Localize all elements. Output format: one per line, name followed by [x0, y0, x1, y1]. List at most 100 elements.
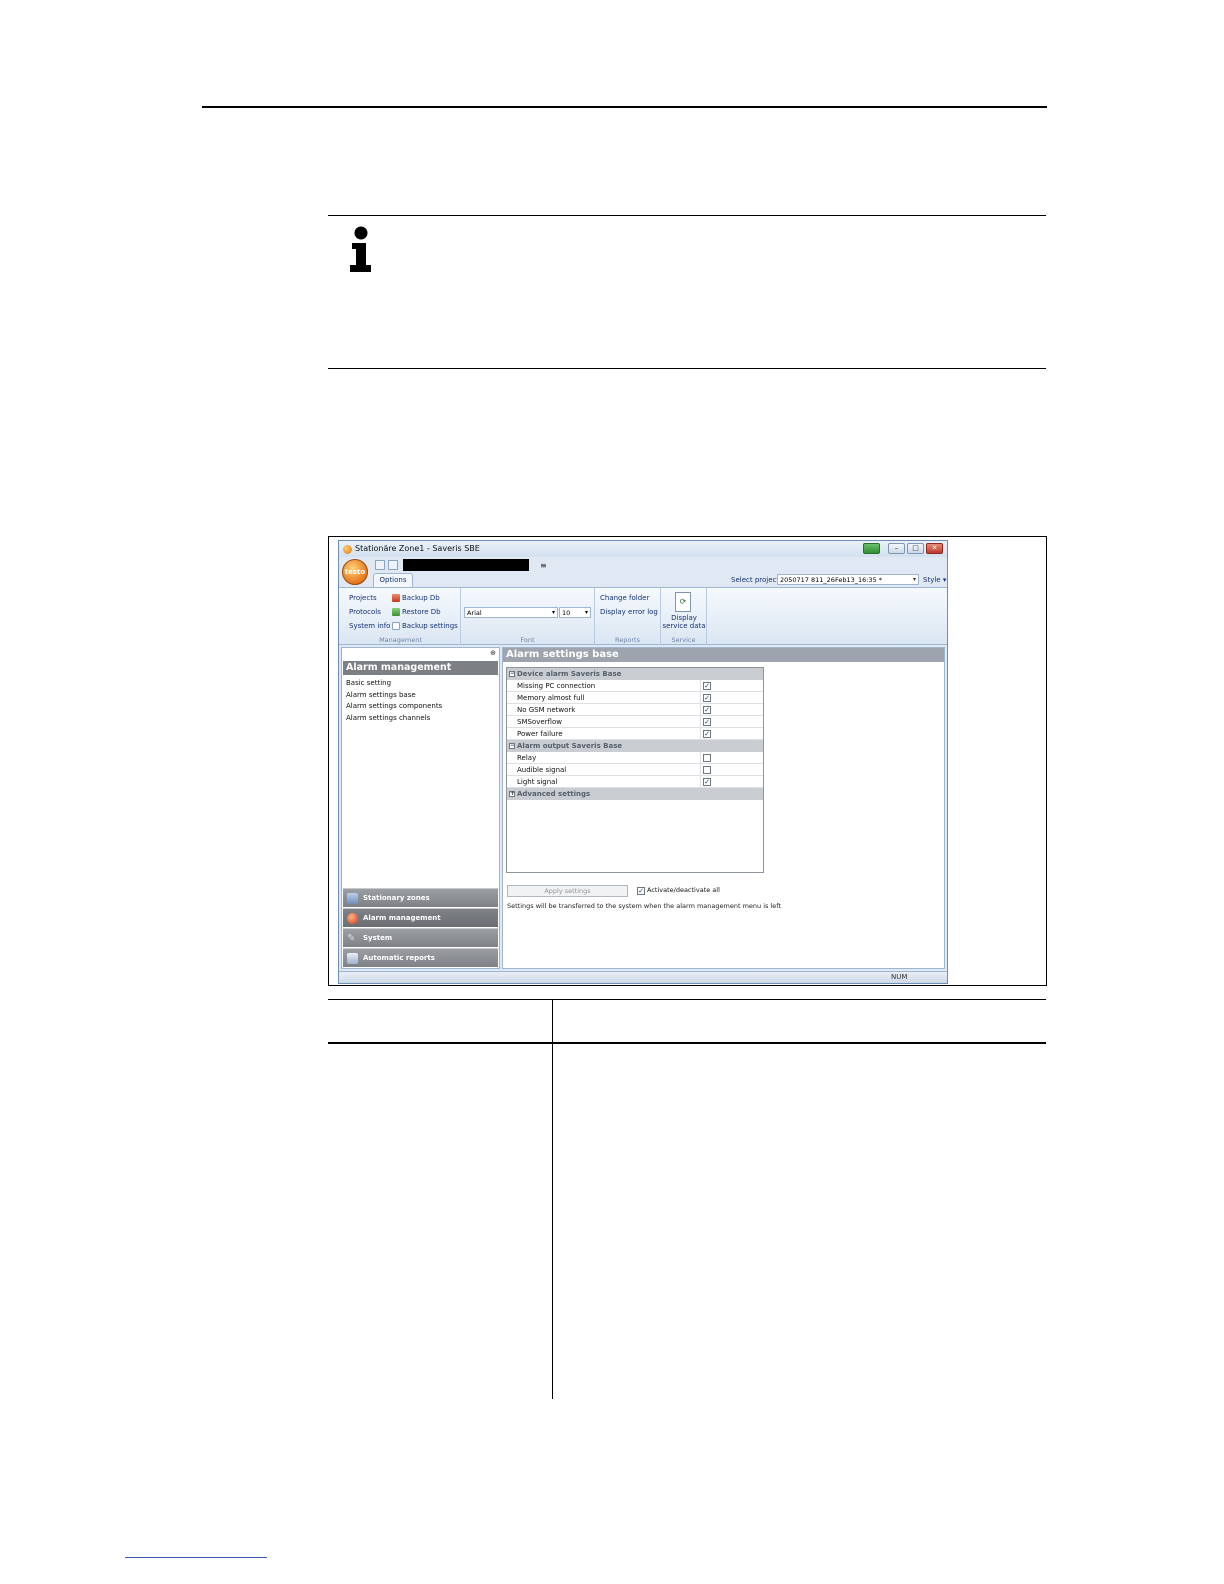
nav-button-system[interactable]: ✎ System [343, 928, 498, 947]
checkbox[interactable]: ✓ [703, 706, 711, 714]
select-project-dropdown[interactable]: 2050717 811_26Feb13_16:35 * ▾ [777, 574, 919, 585]
restore-db-icon [392, 608, 400, 616]
chevron-down-icon: ▾ [584, 609, 588, 616]
app-icon [343, 545, 352, 554]
collapse-icon[interactable]: − [509, 743, 515, 749]
close-button[interactable]: ✕ [926, 543, 943, 554]
property-label: Power failure [517, 730, 563, 738]
save-icon[interactable] [375, 560, 385, 570]
print-icon[interactable] [388, 560, 398, 570]
service-data-icon: ⟳ [675, 592, 691, 612]
app-window: Stationäre Zone1 - Saveris SBE – □ ✕ tes… [338, 540, 948, 984]
style-label: Style [923, 576, 941, 584]
ribbon-group-font: Arial ▾ 10 ▾ Font [461, 588, 595, 645]
ribbon-group-reports: Change folder Display error log Reports [595, 588, 661, 645]
nav-label: System [363, 934, 393, 942]
backup-db-icon [392, 594, 400, 602]
category-alarm-output[interactable]: − Alarm output Saveris Base [507, 740, 763, 752]
font-family-value: Arial [467, 609, 482, 617]
property-row: Audible signal [507, 764, 763, 776]
expand-icon[interactable]: + [509, 791, 515, 797]
nav-item-alarm-settings-channels[interactable]: Alarm settings channels [346, 713, 442, 725]
checkbox[interactable]: ✓ [703, 730, 711, 738]
footer-link-underline [125, 1557, 267, 1558]
property-row: No GSM network ✓ [507, 704, 763, 716]
chevron-down-icon: ▾ [551, 609, 555, 616]
ribbon: Projects Protocols System info Backup Db… [339, 587, 947, 645]
category-title: Alarm output Saveris Base [517, 742, 623, 750]
property-label: Light signal [517, 778, 558, 786]
info-box-top-rule [328, 215, 1046, 216]
category-title: Device alarm Saveris Base [517, 670, 622, 678]
backup-db-button[interactable]: Backup Db [392, 594, 440, 602]
change-folder-label: Change folder [600, 594, 650, 602]
apply-settings-button[interactable]: Apply settings [507, 885, 628, 897]
checkbox[interactable] [703, 754, 711, 762]
ribbon-group-management: Projects Protocols System info Backup Db… [341, 588, 461, 645]
checkbox[interactable]: ✓ [703, 682, 711, 690]
pin-icon[interactable]: ⊕ [490, 649, 496, 657]
backup-settings-label: Backup settings [402, 622, 458, 630]
property-label: SMSoverflow [517, 718, 562, 726]
ribbon-group-label: Font [520, 636, 535, 644]
tab-options[interactable]: Options [373, 573, 413, 587]
restore-db-button[interactable]: Restore Db [392, 608, 441, 616]
change-folder-button[interactable]: Change folder [600, 594, 649, 602]
category-advanced-settings[interactable]: + Advanced settings [507, 788, 763, 800]
checkbox[interactable]: ✓ [703, 718, 711, 726]
nav-item-alarm-settings-base[interactable]: Alarm settings base [346, 690, 442, 702]
style-menu[interactable]: Style ▾ [923, 576, 946, 584]
nav-label: Stationary zones [363, 894, 430, 902]
main-panel: Alarm settings base − Device alarm Saver… [502, 647, 945, 969]
checkbox[interactable]: ✓ [703, 778, 711, 786]
font-size-select[interactable]: 10 ▾ [559, 607, 591, 618]
ribbon-group-service: ⟳ Display service data Service [661, 588, 707, 645]
table-top-rule [328, 999, 1046, 1000]
property-row: Light signal ✓ [507, 776, 763, 788]
projects-label: Projects [349, 594, 377, 602]
display-service-data-label: Display service data [662, 614, 706, 630]
main-panel-header: Alarm settings base [503, 648, 944, 662]
nav-button-stationary-zones[interactable]: Stationary zones [343, 888, 498, 907]
select-project-value: 2050717 811_26Feb13_16:35 * [780, 576, 883, 584]
restore-db-label: Restore Db [402, 608, 441, 616]
backup-settings-button[interactable]: Backup settings [392, 622, 458, 630]
minimize-button[interactable]: – [888, 543, 905, 554]
property-row: Relay [507, 752, 763, 764]
checkbox[interactable]: ✓ [703, 694, 711, 702]
window-title: Stationäre Zone1 - Saveris SBE [355, 544, 480, 553]
category-title: Advanced settings [517, 790, 591, 798]
backup-settings-icon [392, 622, 400, 630]
nav-button-automatic-reports[interactable]: Automatic reports [343, 948, 498, 967]
activate-all-label: Activate/deactivate all [647, 886, 720, 894]
wrench-icon: ✎ [347, 933, 356, 944]
property-row: Missing PC connection ✓ [507, 680, 763, 692]
nav-item-alarm-settings-components[interactable]: Alarm settings components [346, 701, 442, 713]
category-device-alarm[interactable]: − Device alarm Saveris Base [507, 668, 763, 680]
system-info-button[interactable]: System info [349, 622, 390, 630]
ribbon-group-label: Service [671, 636, 696, 644]
nav-item-basic-setting[interactable]: Basic setting [346, 678, 442, 690]
ribbon-group-label: Reports [615, 636, 640, 644]
collapse-icon[interactable]: − [509, 671, 515, 677]
property-label: Relay [517, 754, 537, 762]
nav-button-alarm-management[interactable]: Alarm management [343, 908, 498, 927]
activate-all-checkbox[interactable]: ✓ [637, 887, 645, 895]
property-label: Missing PC connection [517, 682, 596, 690]
settings-note: Settings will be transferred to the syst… [507, 902, 781, 910]
font-family-select[interactable]: Arial ▾ [464, 607, 558, 618]
alarm-icon [347, 913, 358, 924]
maximize-button[interactable]: □ [907, 543, 924, 554]
display-error-log-button[interactable]: Display error log [600, 608, 658, 616]
status-bar: NUM [339, 971, 947, 983]
chevron-down-icon: ▾ [912, 576, 916, 583]
checkbox[interactable] [703, 766, 711, 774]
projects-button[interactable]: Projects [349, 594, 377, 602]
protocols-button[interactable]: Protocols [349, 608, 381, 616]
left-panel: ⊕ Alarm management Basic setting Alarm s… [341, 647, 500, 969]
system-info-label: System info [349, 622, 391, 630]
property-row: Power failure ✓ [507, 728, 763, 740]
quick-access-toolbar: ≡ [375, 559, 547, 571]
nav-label: Alarm management [363, 914, 441, 922]
customize-toolbar-icon[interactable]: ≡ [540, 561, 547, 570]
